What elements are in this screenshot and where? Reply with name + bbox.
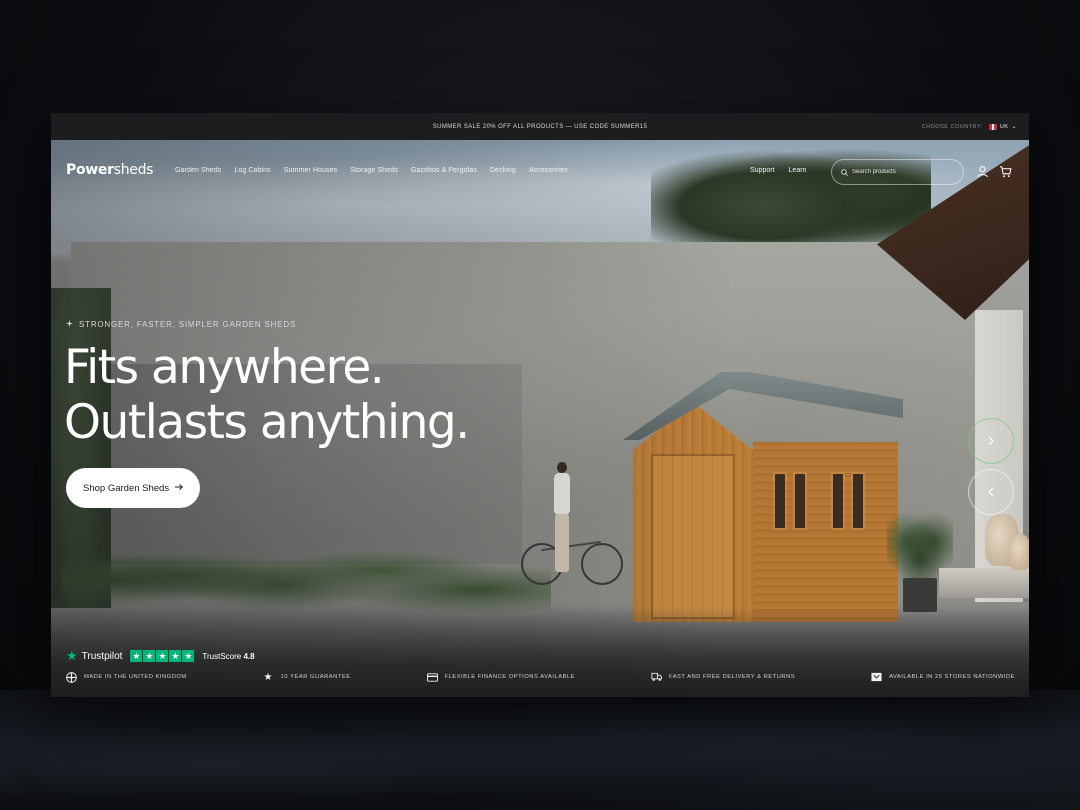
cart-icon [999, 165, 1012, 182]
country-value[interactable]: UK ⌄ [988, 123, 1017, 130]
uk-flag-icon [988, 123, 997, 130]
browser-window: STRONGER, FASTER, SIMPLER GARDEN SHEDS F… [51, 113, 1029, 697]
sparkle-icon [66, 320, 73, 329]
hero-headline-line1: Fits anywhere. [64, 340, 385, 395]
feature-text: FLEXIBLE FINANCE OPTIONS AVAILABLE [444, 674, 576, 680]
nav-secondary-links: Support Learn [750, 167, 806, 174]
hero-eyebrow-text: STRONGER, FASTER, SIMPLER GARDEN SHEDS [79, 320, 297, 329]
star-icon: ★ [263, 671, 273, 683]
announcement-text: SUMMER SALE 20% OFF ALL PRODUCTS — USE C… [432, 123, 648, 130]
nav-link-learn[interactable]: Learn [789, 167, 807, 174]
hero-banner: STRONGER, FASTER, SIMPLER GARDEN SHEDS F… [51, 140, 1029, 697]
store-icon [871, 672, 882, 683]
search-box[interactable] [831, 159, 964, 185]
chevron-down-icon: ⌄ [1011, 124, 1017, 130]
account-button[interactable] [976, 165, 990, 179]
uk-flag-icon [66, 671, 77, 683]
announcement-bar: SUMMER SALE 20% OFF ALL PRODUCTS — USE C… [51, 113, 1029, 140]
hero-headline-line2: Outlasts anything. [64, 395, 470, 450]
card-icon [426, 672, 438, 683]
chevron-left-icon [987, 484, 995, 500]
shop-garden-sheds-button[interactable]: Shop Garden Sheds [66, 468, 201, 508]
nav-link-storage-sheds[interactable]: Storage Sheds [350, 167, 398, 174]
page-backdrop-water [0, 700, 1080, 810]
nav-links: Garden Sheds Log Cabins Summer Houses St… [175, 167, 568, 174]
slider-prev-button[interactable] [968, 469, 1014, 515]
search-icon [841, 163, 848, 181]
feature-text: AVAILABLE IN 25 STORES NATIONWIDE [889, 674, 1015, 680]
feature-item: MADE IN THE UNITED KINGDOM [66, 671, 187, 683]
nav-link-support[interactable]: Support [750, 167, 775, 174]
feature-item: AVAILABLE IN 25 STORES NATIONWIDE [871, 672, 1015, 683]
main-navigation: Powersheds Garden Sheds Log Cabins Summe… [51, 140, 1029, 202]
nav-link-accessories[interactable]: Accessories [529, 167, 568, 174]
truck-icon [651, 672, 662, 683]
feature-item: FLEXIBLE FINANCE OPTIONS AVAILABLE [426, 672, 576, 683]
country-selector[interactable]: CHOOSE COUNTRY: UK ⌄ [922, 113, 1017, 140]
arrow-right-icon [175, 483, 184, 494]
cart-button[interactable] [999, 165, 1013, 179]
feature-item: FAST AND FREE DELIVERY & RETURNS [651, 672, 795, 683]
feature-item: ★ 10 YEAR GUARANTEE [263, 672, 351, 683]
nav-link-log-cabins[interactable]: Log Cabins [234, 167, 270, 174]
country-code: UK [999, 123, 1009, 130]
powersheds-logo[interactable]: Powersheds [66, 162, 153, 178]
feature-text: 10 YEAR GUARANTEE [280, 674, 351, 680]
features-bar: MADE IN THE UNITED KINGDOM ★ 10 YEAR GUA… [51, 657, 1029, 697]
feature-text: FAST AND FREE DELIVERY & RETURNS [668, 674, 796, 680]
user-icon [976, 165, 989, 182]
hero-headline: Fits anywhere. Outlasts anything. [64, 340, 470, 450]
cta-label: Shop Garden Sheds [83, 482, 170, 494]
nav-link-decking[interactable]: Decking [490, 167, 516, 174]
search-input[interactable] [852, 169, 952, 175]
nav-link-garden-sheds[interactable]: Garden Sheds [175, 167, 221, 174]
slider-next-button[interactable] [968, 418, 1014, 464]
nav-link-gazebos-pergolas[interactable]: Gazebos & Pergolas [411, 167, 477, 174]
chevron-right-icon [987, 433, 995, 449]
country-label: CHOOSE COUNTRY: [921, 123, 983, 130]
hero-eyebrow: STRONGER, FASTER, SIMPLER GARDEN SHEDS [66, 320, 296, 329]
nav-link-summer-houses[interactable]: Summer Houses [284, 167, 337, 174]
feature-text: MADE IN THE UNITED KINGDOM [84, 674, 187, 680]
